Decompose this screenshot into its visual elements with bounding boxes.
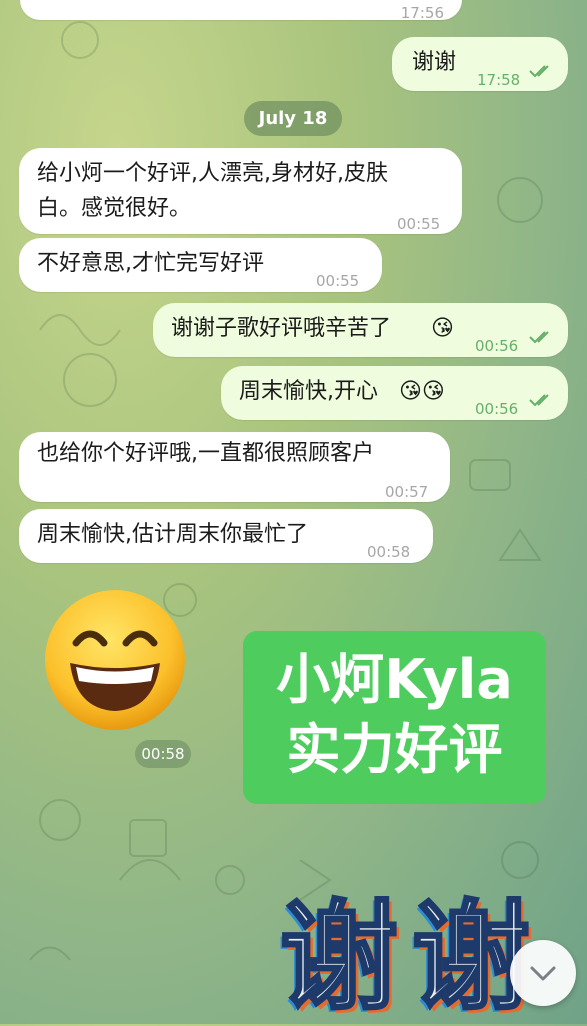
message-time: 00:56 bbox=[475, 400, 519, 418]
message-time: 00:55 bbox=[397, 215, 441, 233]
message-text: 给小炣一个好评,人漂亮,身材好,皮肤 bbox=[37, 161, 388, 186]
message-text-line2: 白。感觉很好。 bbox=[37, 196, 192, 221]
message-text: 周末愉快,开心 bbox=[239, 379, 378, 404]
message-bubble-incoming[interactable]: 17:56 bbox=[20, 0, 462, 22]
message-time: 00:57 bbox=[385, 483, 429, 501]
message-text: 也给你个好评哦,一直都很照顾客户 bbox=[37, 441, 374, 466]
double-check-icon bbox=[529, 65, 549, 78]
message-text: 谢谢子歌好评哦辛苦了 bbox=[171, 316, 392, 341]
message-time: 00:58 bbox=[367, 543, 411, 561]
kiss-emoji: 😘 bbox=[431, 316, 454, 341]
double-check-icon bbox=[529, 394, 549, 407]
message-bubble-incoming[interactable]: 不好意思,才忙完写好评 00:55 bbox=[19, 238, 382, 292]
message-time: 17:58 bbox=[477, 71, 521, 89]
double-check-icon bbox=[529, 331, 549, 344]
scroll-to-bottom-button[interactable] bbox=[510, 940, 576, 1006]
date-divider: July 18 bbox=[244, 101, 342, 136]
message-bubble-incoming[interactable]: 周末愉快,估计周末你最忙了 00:58 bbox=[19, 509, 433, 563]
banner-line-2: 实力好评 bbox=[286, 718, 503, 781]
kiss-emoji: 😘😘 bbox=[399, 379, 445, 404]
promo-banner[interactable]: 小炣Kyla 实力好评 bbox=[243, 631, 546, 804]
message-time: 00:56 bbox=[475, 337, 519, 355]
grinning-face-emoji[interactable] bbox=[42, 587, 188, 733]
message-time: 17:56 bbox=[400, 4, 444, 22]
chevron-down-icon bbox=[530, 966, 556, 981]
message-bubble-outgoing[interactable]: 谢谢子歌好评哦辛苦了 😘 00:56 bbox=[153, 303, 568, 357]
message-bubble-outgoing[interactable]: 周末愉快,开心 😘😘 00:56 bbox=[221, 366, 568, 420]
message-bubble-outgoing[interactable]: 谢谢 17:58 bbox=[392, 37, 568, 91]
message-time: 00:55 bbox=[316, 272, 360, 290]
message-time: 00:58 bbox=[135, 740, 191, 768]
message-text: 不好意思,才忙完写好评 bbox=[37, 251, 264, 276]
message-text: 周末愉快,估计周末你最忙了 bbox=[37, 522, 308, 547]
message-bubble-incoming[interactable]: 给小炣一个好评,人漂亮,身材好,皮肤 白。感觉很好。 00:55 bbox=[19, 148, 462, 234]
decorative-thanks-text: 谢谢 bbox=[278, 888, 545, 1026]
banner-line-1: 小炣Kyla bbox=[276, 648, 513, 711]
message-bubble-incoming[interactable]: 也给你个好评哦,一直都很照顾客户 00:57 bbox=[19, 432, 450, 502]
message-text: 谢谢 bbox=[412, 50, 457, 75]
